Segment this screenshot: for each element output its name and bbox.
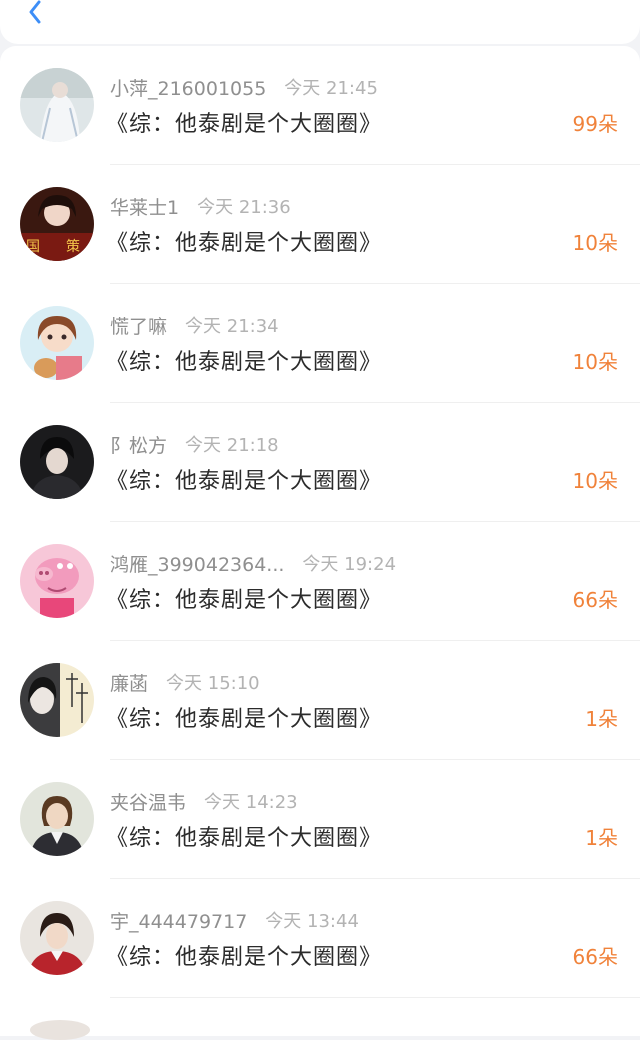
timestamp: 今天 13:44 <box>265 911 359 932</box>
avatar[interactable] <box>20 663 94 737</box>
timestamp: 今天 15:10 <box>166 673 260 694</box>
timestamp: 今天 21:34 <box>185 316 279 337</box>
flower-count: 1朵 <box>585 707 618 731</box>
list-item[interactable]: 小萍_216001055 今天 21:45 《综：他泰剧是个大圈圈》 99朵 <box>0 46 640 165</box>
list-item[interactable]: 夹谷温韦 今天 14:23 《综：他泰剧是个大圈圈》 1朵 <box>0 760 640 879</box>
book-title: 《综：他泰剧是个大圈圈》 <box>106 112 383 137</box>
book-title: 《综：他泰剧是个大圈圈》 <box>106 945 383 970</box>
flower-count: 1朵 <box>585 826 618 850</box>
avatar[interactable] <box>20 425 94 499</box>
avatar[interactable] <box>20 782 94 856</box>
svg-text:国: 国 <box>26 239 40 255</box>
book-title: 《综：他泰剧是个大圈圈》 <box>106 826 383 851</box>
timestamp: 今天 14:23 <box>204 792 298 813</box>
list-item[interactable]: 宇_444479717 今天 13:44 《综：他泰剧是个大圈圈》 66朵 <box>0 879 640 998</box>
avatar[interactable] <box>20 68 94 142</box>
user-name: 宇_444479717 <box>110 910 248 933</box>
avatar[interactable] <box>20 901 94 975</box>
user-name: 阝松方 <box>110 434 168 457</box>
timestamp: 今天 21:36 <box>197 197 291 218</box>
list-item[interactable]: 廉菡 今天 15:10 《综：他泰剧是个大圈圈》 1朵 <box>0 641 640 760</box>
back-button[interactable] <box>22 0 50 28</box>
timestamp: 今天 21:45 <box>284 78 378 99</box>
list-item[interactable]: 慌了嘛 今天 21:34 《综：他泰剧是个大圈圈》 10朵 <box>0 284 640 403</box>
flower-count: 10朵 <box>572 350 618 374</box>
book-title: 《综：他泰剧是个大圈圈》 <box>106 707 383 732</box>
flower-count: 99朵 <box>572 112 618 136</box>
svg-text:策: 策 <box>66 238 80 255</box>
top-bar <box>0 0 640 44</box>
chevron-left-icon <box>29 0 41 24</box>
user-name: 夹谷温韦 <box>110 791 187 814</box>
user-name: 小萍_216001055 <box>110 77 267 100</box>
book-title: 《综：他泰剧是个大圈圈》 <box>106 231 383 256</box>
list-item[interactable]: 国 策 华莱士1 今天 21:36 《综：他泰剧是个大圈圈》 10朵 <box>0 165 640 284</box>
avatar-peek <box>30 1020 90 1040</box>
flower-count: 66朵 <box>572 588 618 612</box>
avatar[interactable]: 国 策 <box>20 187 94 261</box>
list-item[interactable]: 阝松方 今天 21:18 《综：他泰剧是个大圈圈》 10朵 <box>0 403 640 522</box>
flower-count: 10朵 <box>572 469 618 493</box>
flower-count: 10朵 <box>572 231 618 255</box>
gift-list: 小萍_216001055 今天 21:45 《综：他泰剧是个大圈圈》 99朵 国… <box>0 46 640 1036</box>
list-item[interactable]: 鸿雁_399042364... 今天 19:24 《综：他泰剧是个大圈圈》 66… <box>0 522 640 641</box>
avatar[interactable] <box>20 544 94 618</box>
book-title: 《综：他泰剧是个大圈圈》 <box>106 350 383 375</box>
user-name: 廉菡 <box>110 672 149 695</box>
avatar[interactable] <box>20 306 94 380</box>
flower-count: 66朵 <box>572 945 618 969</box>
user-name: 鸿雁_399042364... <box>110 553 285 576</box>
timestamp: 今天 21:18 <box>185 435 279 456</box>
book-title: 《综：他泰剧是个大圈圈》 <box>106 469 383 494</box>
user-name: 华莱士1 <box>110 196 180 219</box>
book-title: 《综：他泰剧是个大圈圈》 <box>106 588 383 613</box>
divider <box>110 997 640 998</box>
timestamp: 今天 19:24 <box>302 554 397 575</box>
user-name: 慌了嘛 <box>110 315 168 338</box>
